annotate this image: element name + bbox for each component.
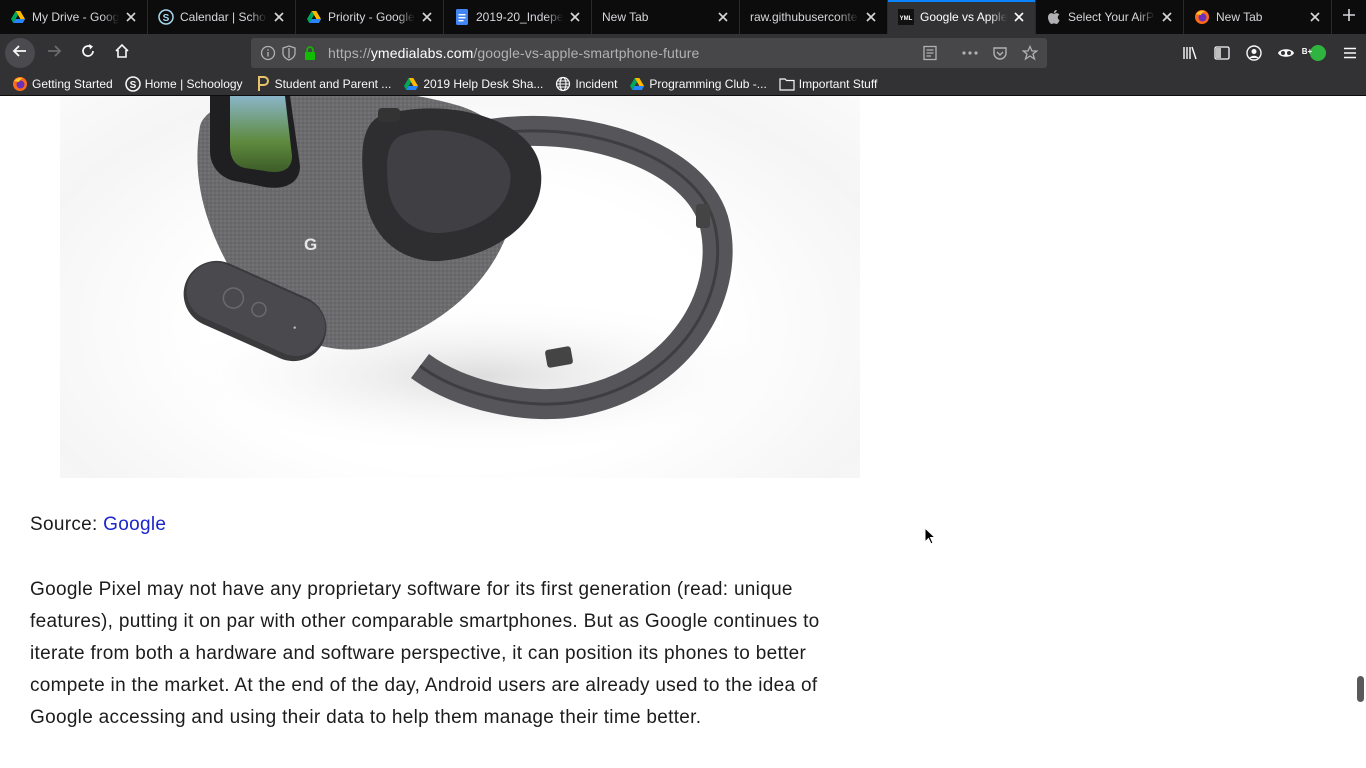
profile-badge-label: B+ <box>1301 47 1313 56</box>
tab-priority[interactable]: Priority - Google <box>296 0 444 34</box>
bookmark-label: Programming Club -... <box>649 76 767 91</box>
close-icon[interactable] <box>1307 9 1323 25</box>
source-link-google[interactable]: Google <box>103 514 166 535</box>
google-drive-icon <box>403 76 419 92</box>
page-actions-icon[interactable] <box>961 44 979 62</box>
bookmark-label: Student and Parent ... <box>274 76 392 91</box>
url-bar[interactable]: https://ymedialabs.com/google-vs-apple-s… <box>251 38 1047 68</box>
tab-title: Select Your AirPo <box>1068 10 1155 24</box>
tracking-protection-icon[interactable] <box>280 44 298 62</box>
google-drive-icon <box>629 76 645 92</box>
article-paragraph: Google Pixel may not have any proprietar… <box>30 579 820 728</box>
bookmark-student-parent[interactable]: Student and Parent ... <box>255 75 392 92</box>
bookmarks-toolbar: Getting Started S Home | Schoology Stude… <box>0 72 1366 96</box>
portal-icon <box>255 75 271 92</box>
star-icon[interactable] <box>1021 44 1039 62</box>
tab-new-tab[interactable]: New Tab <box>592 0 740 34</box>
lock-icon[interactable] <box>301 44 319 62</box>
back-button[interactable] <box>5 38 35 68</box>
tab-title: Google vs Apple <box>920 10 1007 24</box>
daydream-headset-image: G <box>60 96 860 478</box>
scrollbar-thumb[interactable] <box>1357 676 1364 702</box>
bookmark-programming-club[interactable]: Programming Club -... <box>629 76 767 92</box>
close-icon[interactable] <box>1011 9 1027 25</box>
menu-icon[interactable] <box>1334 38 1366 68</box>
tab-title: 2019-20_Indepe <box>476 10 563 24</box>
account-icon[interactable] <box>1238 38 1270 68</box>
library-icon[interactable] <box>1174 38 1206 68</box>
close-icon[interactable] <box>863 9 879 25</box>
home-icon <box>114 43 130 64</box>
bookmark-label: Home | Schoology <box>144 76 243 91</box>
reload-button[interactable] <box>73 38 103 68</box>
firefox-icon <box>1194 9 1210 25</box>
image-source-caption: Source: Google <box>30 514 166 536</box>
google-docs-icon <box>454 9 470 25</box>
tab-airpods[interactable]: Select Your AirPo <box>1036 0 1184 34</box>
tab-title: raw.githubuserconte <box>750 10 858 24</box>
reader-view-icon[interactable] <box>921 44 939 62</box>
info-icon[interactable] <box>259 44 277 62</box>
url-text: https://ymedialabs.com/google-vs-apple-s… <box>328 45 699 61</box>
page-content: G Source: Google Google Pixel may not ha… <box>0 96 1366 768</box>
folder-icon <box>779 76 795 92</box>
bookmark-important-stuff[interactable]: Important Stuff <box>779 76 878 92</box>
close-icon[interactable] <box>715 9 731 25</box>
schoology-icon: S <box>124 75 141 92</box>
firefox-icon <box>12 76 28 92</box>
close-icon[interactable] <box>271 9 287 25</box>
tab-raw-github[interactable]: raw.githubuserconte <box>740 0 888 34</box>
tab-title: New Tab <box>602 10 649 24</box>
tab-new-tab-2[interactable]: New Tab <box>1184 0 1332 34</box>
close-icon[interactable] <box>567 9 583 25</box>
bookmark-getting-started[interactable]: Getting Started <box>12 76 113 92</box>
svg-text:S: S <box>163 13 170 24</box>
new-tab-button[interactable] <box>1332 0 1366 34</box>
bookmark-label: Important Stuff <box>798 76 878 91</box>
bookmark-label: 2019 Help Desk Sha... <box>423 76 544 91</box>
navigation-toolbar: https://ymedialabs.com/google-vs-apple-s… <box>0 34 1366 72</box>
schoology-icon: S <box>158 9 174 25</box>
bookmark-help-desk[interactable]: 2019 Help Desk Sha... <box>403 76 543 92</box>
reload-icon <box>80 43 96 64</box>
url-path: /google-vs-apple-smartphone-future <box>473 45 700 61</box>
headset-logo-g: G <box>304 235 317 254</box>
forward-button[interactable] <box>39 38 69 68</box>
bookmark-incident[interactable]: Incident <box>555 76 617 92</box>
bookmark-home-schoology[interactable]: S Home | Schoology <box>124 75 243 92</box>
tab-title: New Tab <box>1216 10 1263 24</box>
svg-text:YML: YML <box>900 16 913 22</box>
tab-strip: My Drive - Goog S Calendar | Schoo Prior… <box>0 0 1366 34</box>
google-drive-icon <box>10 9 26 25</box>
url-prefix: https:// <box>328 45 371 61</box>
close-icon[interactable] <box>123 9 139 25</box>
bookmark-label: Incident <box>575 76 618 91</box>
close-icon[interactable] <box>419 9 435 25</box>
sidebar-icon[interactable] <box>1206 38 1238 68</box>
tab-my-drive[interactable]: My Drive - Goog <box>0 0 148 34</box>
tab-title: Priority - Google <box>328 10 415 24</box>
svg-text:S: S <box>129 80 136 91</box>
globe-icon <box>555 76 571 92</box>
tab-title: Calendar | Schoo <box>180 10 267 24</box>
tab-title: My Drive - Goog <box>32 10 119 24</box>
plus-icon <box>1342 8 1356 27</box>
arrow-right-icon <box>46 43 62 64</box>
pocket-icon[interactable] <box>991 44 1009 62</box>
ymedialabs-icon: YML <box>898 9 914 25</box>
tab-calendar[interactable]: S Calendar | Schoo <box>148 0 296 34</box>
source-label: Source: <box>30 514 104 535</box>
close-icon[interactable] <box>1159 9 1175 25</box>
google-drive-icon <box>306 9 322 25</box>
tab-google-vs-apple[interactable]: YML Google vs Apple <box>888 0 1036 34</box>
toolbar-icons <box>1174 38 1366 68</box>
arrow-left-icon <box>12 43 28 64</box>
home-button[interactable] <box>107 38 137 68</box>
mouse-cursor-icon <box>924 526 937 550</box>
url-host: ymedialabs.com <box>370 45 474 61</box>
apple-icon <box>1046 9 1062 25</box>
bookmark-label: Getting Started <box>32 76 113 91</box>
tab-independent-study[interactable]: 2019-20_Indepe <box>444 0 592 34</box>
